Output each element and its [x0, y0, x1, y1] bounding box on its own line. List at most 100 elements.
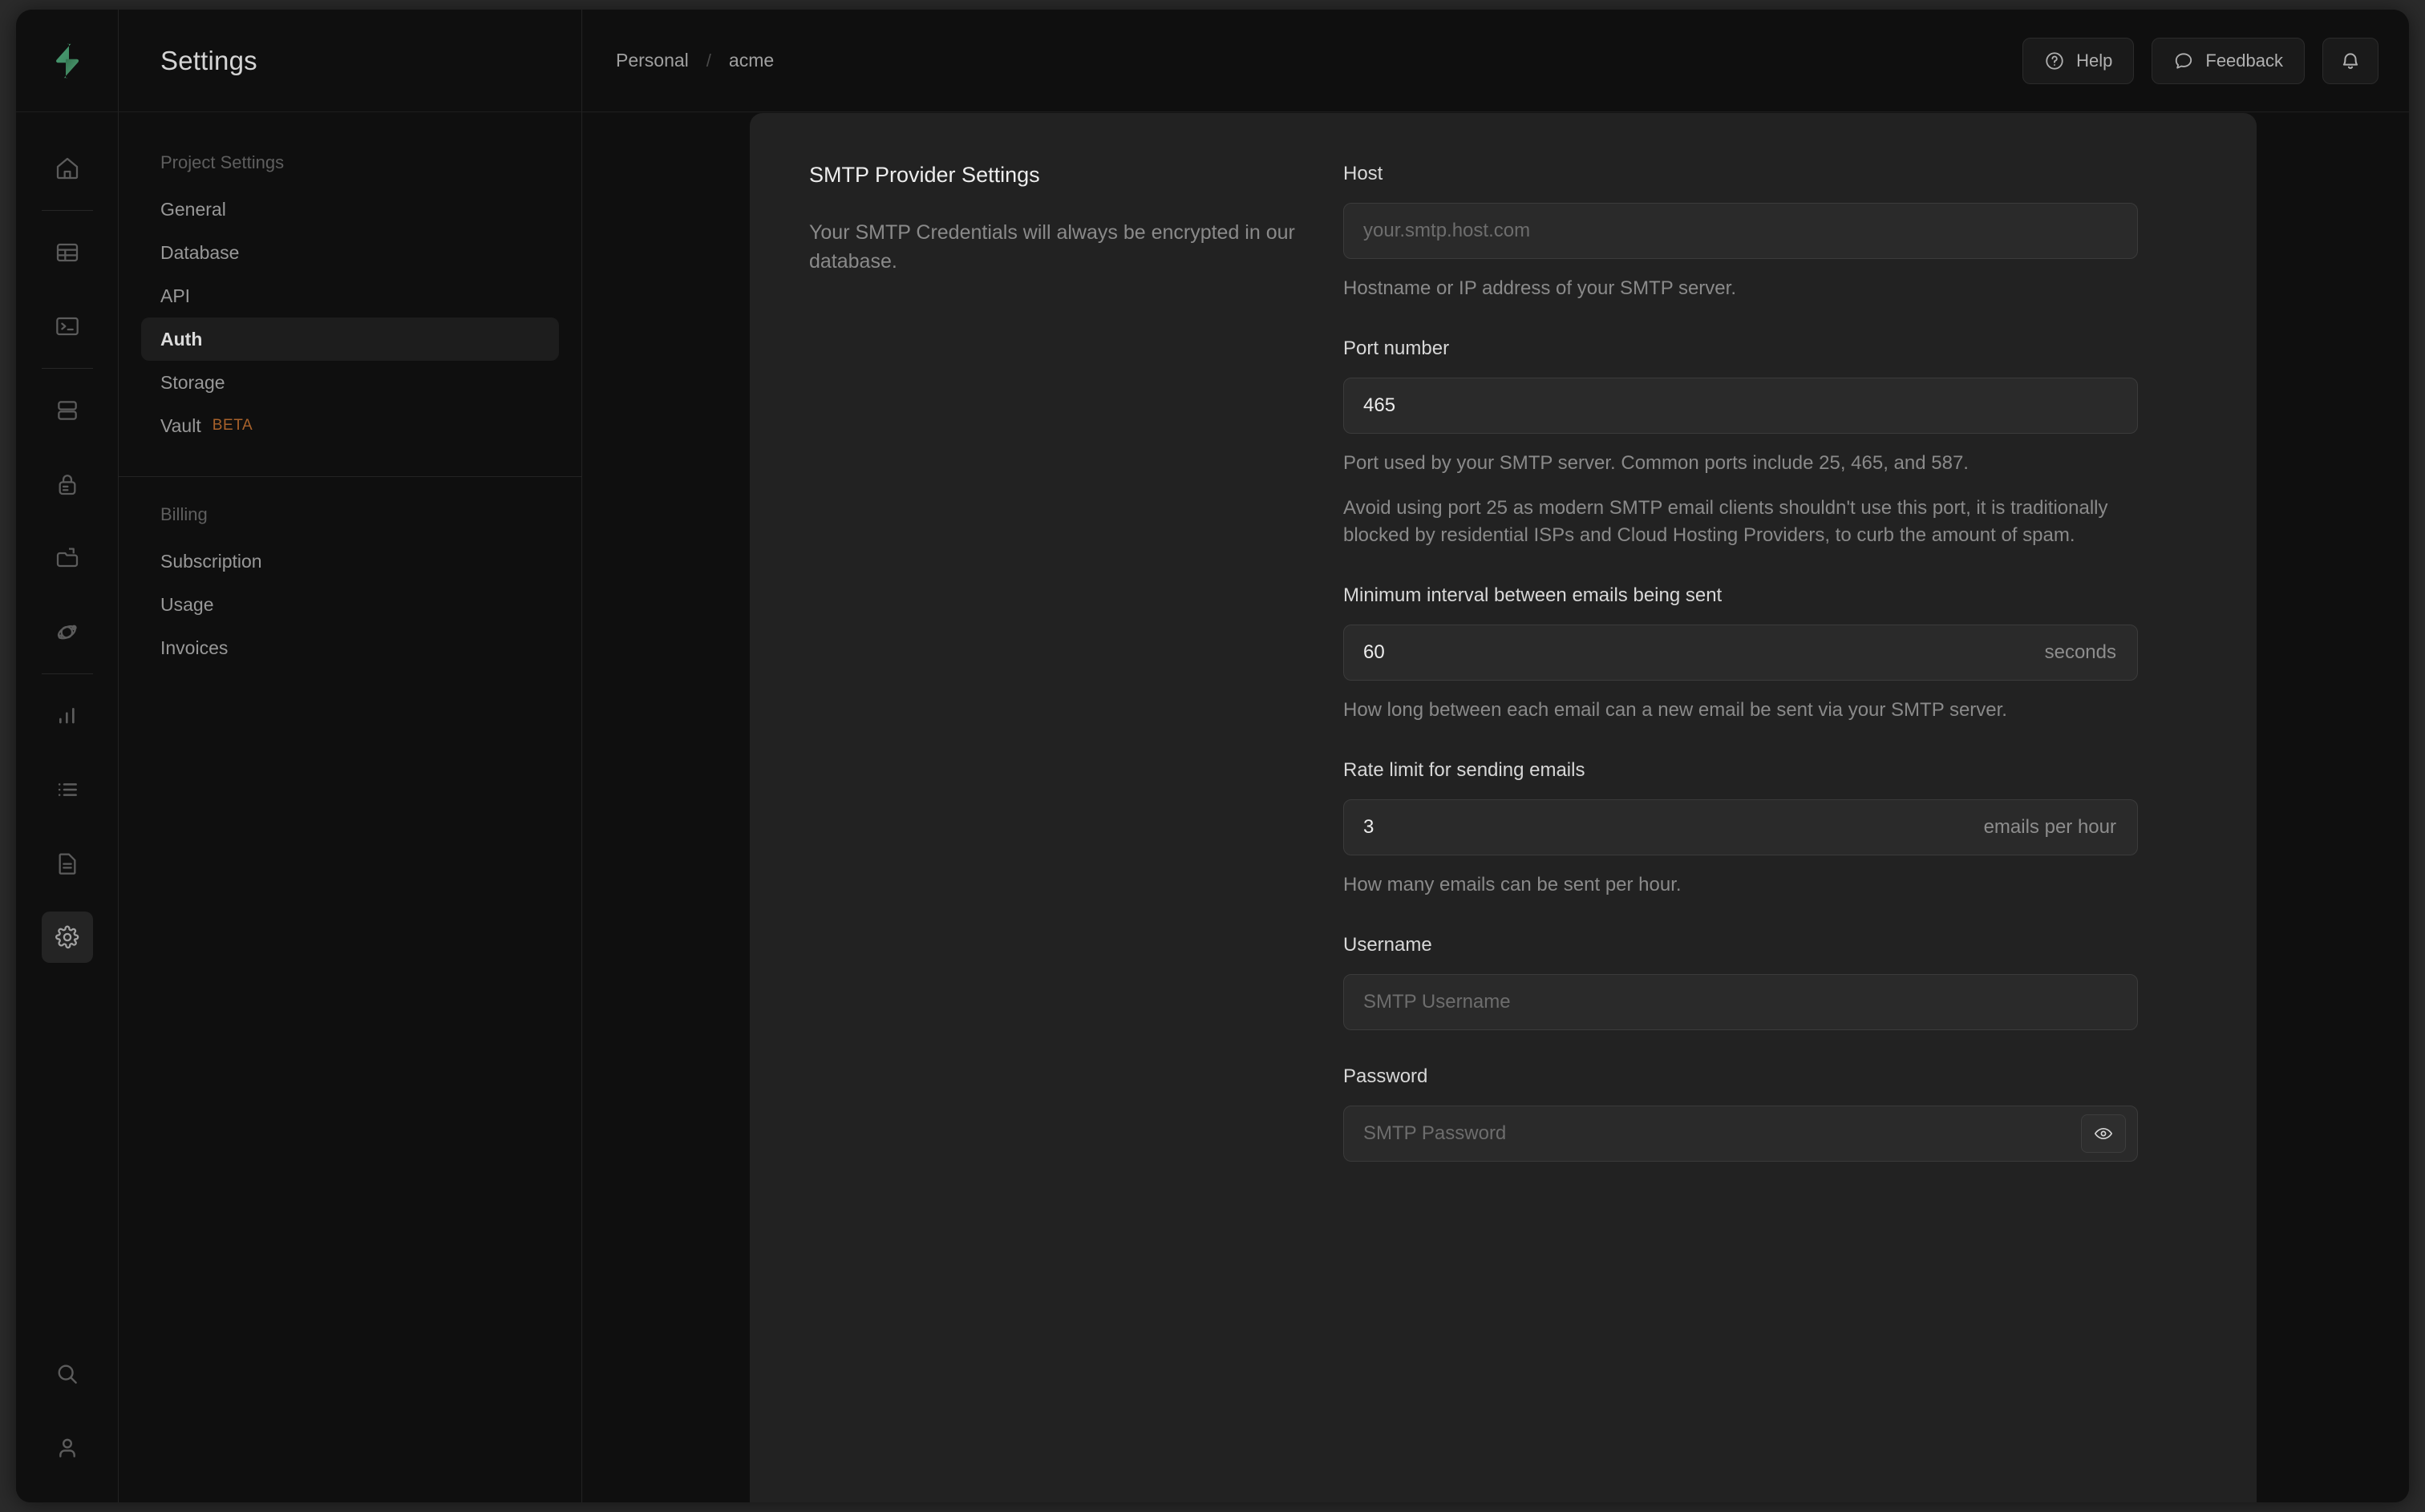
breadcrumb-separator: / [706, 50, 711, 71]
rail-item-database[interactable] [42, 385, 93, 436]
top-bar: Personal / acme Help Feedback [582, 10, 2409, 112]
search-icon [55, 1361, 80, 1387]
field-help-port-2: Avoid using port 25 as modern SMTP email… [1343, 497, 2108, 547]
sidebar-item-general[interactable]: General [141, 188, 559, 231]
status-badge-beta: BETA [212, 417, 253, 434]
help-button-label: Help [2076, 50, 2113, 71]
terminal-icon [55, 313, 80, 339]
table-icon [55, 240, 80, 265]
nav-group-label-billing: Billing [160, 504, 208, 524]
speech-bubble-icon [2173, 51, 2194, 71]
field-help-minimum-interval: How long between each email can a new em… [1343, 699, 2007, 722]
section-description: Your SMTP Credentials will always be enc… [809, 221, 1295, 273]
lightning-bolt-icon [55, 43, 79, 78]
atom-icon [55, 619, 80, 645]
sidebar-item-label: Subscription [160, 550, 262, 572]
rail-divider [41, 368, 93, 369]
rail-item-storage[interactable] [42, 532, 93, 584]
field-minimum-interval: Minimum interval between emails being se… [1343, 584, 2138, 724]
sidebar-item-label: Database [160, 241, 240, 263]
content-area: SMTP Provider Settings Your SMTP Credent… [582, 113, 2409, 1502]
host-input[interactable] [1344, 204, 2137, 258]
rail-item-reports[interactable] [42, 690, 93, 742]
rail-item-settings[interactable] [41, 912, 93, 963]
rate-limit-unit: emails per hour [1983, 816, 2116, 839]
help-button[interactable]: Help [2022, 37, 2135, 84]
rail-divider [41, 210, 93, 211]
folder-icon [55, 545, 80, 571]
feedback-button-label: Feedback [2205, 50, 2283, 71]
sidebar-item-vault[interactable]: Vault BETA [141, 404, 559, 447]
sidebar-item-database[interactable]: Database [141, 231, 559, 274]
bar-chart-icon [55, 703, 80, 729]
sidebar-item-auth[interactable]: Auth [141, 317, 559, 361]
field-label-password: Password [1343, 1065, 1428, 1088]
field-label-port-number: Port number [1343, 338, 1450, 360]
sidebar-item-storage[interactable]: Storage [141, 361, 559, 404]
field-username: Username [1343, 934, 2138, 1031]
home-icon [55, 156, 80, 181]
host-input-wrapper[interactable] [1343, 203, 2138, 259]
username-input[interactable] [1344, 975, 2137, 1030]
question-circle-icon [2044, 51, 2065, 71]
password-input[interactable] [1344, 1106, 2081, 1162]
feedback-button[interactable]: Feedback [2152, 37, 2305, 84]
sidebar-item-api[interactable]: API [141, 274, 559, 317]
minimum-interval-unit: seconds [2044, 641, 2116, 664]
desktop-background: Settings Project Settings General Databa… [0, 0, 2425, 1512]
sidebar-header: Settings [119, 10, 581, 112]
page-title: Settings [160, 45, 257, 75]
field-label-minimum-interval: Minimum interval between emails being se… [1343, 584, 1723, 607]
field-label-host: Host [1343, 163, 1383, 184]
field-help-rate-limit: How many emails can be sent per hour. [1343, 874, 1682, 896]
sidebar-item-usage[interactable]: Usage [141, 583, 559, 626]
field-label-username: Username [1343, 934, 1432, 956]
field-port-number: Port number Port used by your SMTP serve… [1343, 338, 2138, 549]
breadcrumb-item-organization[interactable]: Personal [616, 50, 689, 71]
port-input-wrapper[interactable] [1343, 378, 2138, 435]
settings-form: Host Hostname or IP address of your SMTP… [1343, 163, 2197, 1197]
sidebar-item-label: Usage [160, 593, 214, 615]
password-input-wrapper[interactable] [1343, 1106, 2138, 1162]
primary-icon-rail [16, 10, 119, 1502]
breadcrumb-item-project[interactable]: acme [729, 50, 774, 71]
sidebar-item-label: Storage [160, 371, 225, 393]
rail-item-authentication[interactable] [42, 459, 93, 510]
sidebar-item-subscription[interactable]: Subscription [141, 540, 559, 583]
settings-panel: SMTP Provider Settings Your SMTP Credent… [750, 113, 2257, 1502]
rail-divider [41, 673, 93, 674]
rail-item-account[interactable] [42, 1422, 93, 1474]
top-bar-actions: Help Feedback [2022, 37, 2409, 84]
document-icon [55, 851, 80, 876]
sidebar-item-label: Invoices [160, 637, 229, 658]
browser-window: Settings Project Settings General Databa… [16, 10, 2409, 1502]
supabase-logo[interactable] [16, 10, 119, 112]
notifications-button[interactable] [2322, 37, 2378, 84]
list-icon [55, 777, 80, 802]
rail-item-logs[interactable] [42, 764, 93, 815]
rate-limit-input[interactable] [1344, 800, 1984, 855]
database-icon [55, 398, 80, 423]
rail-item-home[interactable] [42, 143, 93, 194]
username-input-wrapper[interactable] [1343, 974, 2138, 1031]
gear-icon [55, 924, 80, 950]
field-host: Host Hostname or IP address of your SMTP… [1343, 163, 2138, 302]
toggle-password-visibility-button[interactable] [2081, 1114, 2126, 1154]
minimum-interval-input-wrapper[interactable]: seconds [1343, 625, 2138, 681]
sidebar-item-label: Auth [160, 328, 203, 350]
port-number-input[interactable] [1344, 378, 2137, 434]
section-info: SMTP Provider Settings Your SMTP Credent… [750, 163, 1343, 1197]
field-rate-limit: Rate limit for sending emails emails per… [1343, 759, 2138, 899]
section-title: SMTP Provider Settings [809, 163, 1040, 187]
rail-item-api-docs[interactable] [42, 838, 93, 889]
rail-item-table-editor[interactable] [42, 227, 93, 278]
rail-item-sql-editor[interactable] [42, 301, 93, 352]
minimum-interval-input[interactable] [1344, 625, 2045, 681]
rail-item-search[interactable] [42, 1348, 93, 1400]
field-password: Password [1343, 1065, 2138, 1162]
sidebar-item-invoices[interactable]: Invoices [141, 626, 559, 669]
nav-group-label-project-settings: Project Settings [160, 152, 285, 172]
rate-limit-input-wrapper[interactable]: emails per hour [1343, 799, 2138, 856]
rail-item-edge-functions[interactable] [42, 606, 93, 657]
breadcrumb: Personal / acme [582, 50, 774, 71]
